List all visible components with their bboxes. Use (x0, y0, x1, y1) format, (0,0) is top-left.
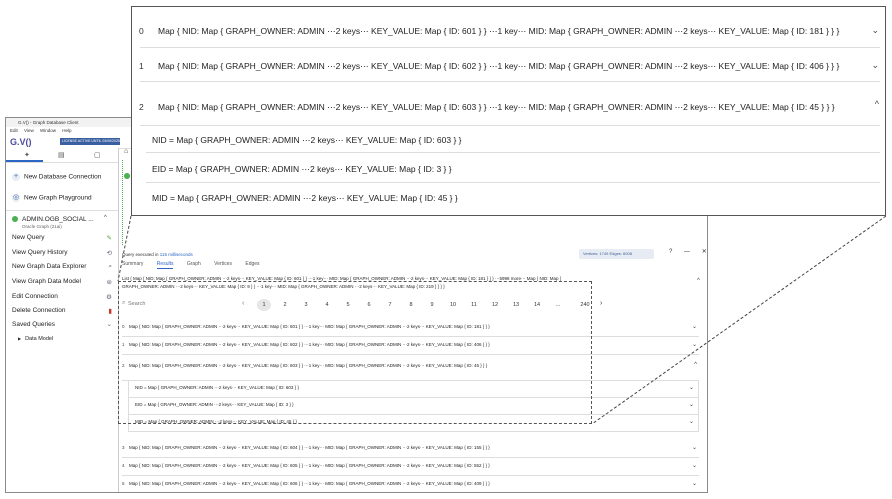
zoom-row-text: Map { NID: Map { GRAPH_OWNER: ADMIN ⋯2 k… (158, 26, 840, 36)
sidebar-item-new-query[interactable]: New Query (12, 234, 45, 241)
chevron-down-icon[interactable]: ⌄ (871, 60, 879, 71)
row-index: 3 (122, 445, 125, 450)
divider (6, 210, 118, 211)
zoom-row-0[interactable]: 0 Map { NID: Map { GRAPH_OWNER: ADMIN ⋯2… (132, 7, 885, 45)
result-tabs: Summary Results Graph Vertices Edges (122, 261, 272, 269)
divider (140, 125, 880, 126)
chevron-up-icon[interactable]: ^ (697, 278, 700, 284)
chevron-down-icon[interactable]: ⌄ (107, 320, 112, 328)
table-row[interactable]: 5 Map { NID: Map { GRAPH_OWNER: ADMIN ⋯2 … (122, 475, 699, 492)
caret-right-icon: ▶ (18, 336, 22, 341)
sidebar-item-query-history[interactable]: View Query History (12, 249, 68, 256)
menu-help[interactable]: Help (62, 128, 71, 133)
divider (146, 182, 880, 183)
row-index: 0 (139, 26, 144, 36)
zoom-expanded-nid: NID = Map { GRAPH_OWNER: ADMIN ⋯2 keys⋯ … (152, 135, 462, 145)
connection-item[interactable]: ADMIN.OGB_SOCIAL ... (12, 216, 94, 223)
tab-edges[interactable]: Edges (245, 261, 259, 267)
chevron-down-icon[interactable]: ⌄ (871, 25, 879, 36)
sidebar: ✦ ▤ ▢ + New Database Connection ◎ New Grap… (6, 148, 119, 492)
table-row[interactable]: 4 Map { NID: Map { GRAPH_OWNER: ADMIN ⋯2 … (122, 457, 699, 476)
sidebar-item-data-explorer[interactable]: New Graph Data Explorer (12, 263, 86, 270)
minimize-icon[interactable]: — (684, 249, 690, 255)
trash-icon: ▮ (108, 308, 112, 315)
toolbar: G.V() LICENSE ACTIVE UNTIL 03/09/2025 (6, 135, 136, 149)
license-badge: LICENSE ACTIVE UNTIL 03/09/2025 (60, 138, 120, 145)
zoom-row-text: Map { NID: Map { GRAPH_OWNER: ADMIN ⋯2 k… (158, 61, 840, 71)
tab-summary[interactable]: Summary (122, 261, 143, 267)
home-icon[interactable]: ⌂ (124, 148, 129, 158)
gutter-line (122, 160, 124, 245)
sidebar-item-data-model[interactable]: View Graph Data Model (12, 278, 81, 285)
tab-vertices[interactable]: Vertices (214, 261, 232, 267)
new-connection-button[interactable]: + New Database Connection (12, 173, 101, 181)
chevron-up-icon[interactable]: ^ (694, 362, 697, 368)
chevron-down-icon[interactable]: ⌄ (692, 462, 697, 469)
bookmark-icon[interactable]: ▢ (94, 151, 101, 159)
new-playground-label: New Graph Playground (24, 194, 92, 202)
data-model-label: Data Model (25, 336, 54, 342)
chevron-down-icon[interactable]: ⌄ (692, 323, 697, 330)
edit-icon: ⚙ (106, 294, 112, 301)
zoom-row-2[interactable]: 2 Map { NID: Map { GRAPH_OWNER: ADMIN ⋯2… (132, 81, 885, 125)
row-index: 4 (122, 463, 125, 468)
zoom-expanded-mid: MID = Map { GRAPH_OWNER: ADMIN ⋯2 keys⋯ … (152, 193, 458, 203)
sidebar-item-edit-connection[interactable]: Edit Connection (12, 293, 58, 300)
chevron-down-icon[interactable]: ⌄ (689, 384, 694, 391)
zoom-row-1[interactable]: 1 Map { NID: Map { GRAPH_OWNER: ADMIN ⋯2… (132, 47, 885, 81)
menu-edit[interactable]: Edit (10, 128, 18, 133)
new-connection-label: New Database Connection (24, 173, 102, 181)
new-playground-button[interactable]: ◎ New Graph Playground (12, 194, 92, 202)
connection-subtitle: Oracle Graph (21ai) (22, 224, 62, 229)
tab-graph[interactable]: Graph (187, 261, 201, 267)
menu-view[interactable]: View (24, 128, 34, 133)
graph-stats: Vertices: 1749 Edges: 6008 (579, 249, 654, 259)
status-dot-icon (12, 216, 18, 223)
connection-name: ADMIN.OGB_SOCIAL ... (22, 216, 94, 223)
help-icons: ? — ✕ (669, 248, 707, 255)
tab-results[interactable]: Results (156, 261, 174, 269)
chevron-down-icon[interactable]: ⌄ (692, 480, 697, 487)
tree-item-data-model[interactable]: ▶ Data Model (18, 336, 53, 342)
sidebar-item-saved-queries[interactable]: Saved Queries (12, 321, 55, 328)
sidebar-item-delete-connection[interactable]: Delete Connection (12, 307, 65, 314)
table-row[interactable]: 3 Map { NID: Map { GRAPH_OWNER: ADMIN ⋯2 … (122, 439, 699, 458)
zoom-row-text: Map { NID: Map { GRAPH_OWNER: ADMIN ⋯2 k… (158, 102, 835, 112)
playground-icon: ◎ (12, 194, 20, 202)
row-index: 2 (139, 102, 144, 112)
run-icon[interactable] (124, 173, 130, 179)
row-text: Map { NID: Map { GRAPH_OWNER: ADMIN ⋯2 k… (129, 445, 490, 450)
model-icon: ⊜ (106, 279, 112, 286)
share-icon[interactable]: ✦ (24, 151, 30, 159)
close-icon[interactable]: ✕ (702, 249, 707, 255)
app-logo: G.V() (10, 137, 32, 147)
zoom-inset: 0 Map { NID: Map { GRAPH_OWNER: ADMIN ⋯2… (131, 6, 886, 216)
zoom-expanded-eid: EID = Map { GRAPH_OWNER: ADMIN ⋯2 keys⋯ … (152, 164, 452, 174)
chevron-up-icon[interactable]: ^ (875, 99, 879, 109)
explore-icon: ⌕ (108, 263, 112, 270)
sidebar-tabs: ✦ ▤ ▢ (6, 148, 118, 163)
executed-prefix: Query executed in (122, 252, 159, 257)
executed-time: 115 milliseconds (159, 252, 193, 257)
row-index: 1 (139, 61, 144, 71)
chevron-down-icon[interactable]: ⌄ (692, 341, 697, 348)
database-icon[interactable]: ▤ (58, 151, 65, 159)
query-executed-text: Query executed in 115 milliseconds (122, 252, 193, 257)
row-text: Map { NID: Map { GRAPH_OWNER: ADMIN ⋯2 k… (129, 481, 490, 486)
active-tab-indicator (6, 160, 43, 162)
plus-icon: + (12, 173, 20, 181)
row-index: 5 (122, 481, 125, 486)
chevron-up-icon[interactable]: ^ (104, 215, 107, 221)
highlight-box (118, 281, 592, 424)
next-page-icon[interactable]: › (600, 300, 602, 307)
row-text: Map { NID: Map { GRAPH_OWNER: ADMIN ⋯2 k… (129, 463, 490, 468)
pencil-icon: ✎ (106, 235, 112, 242)
divider (146, 152, 880, 153)
menu-window[interactable]: Window (40, 128, 56, 133)
chevron-down-icon[interactable]: ⌄ (692, 444, 697, 451)
help-icon[interactable]: ? (669, 249, 672, 255)
history-icon: ⟲ (106, 250, 112, 257)
chevron-down-icon[interactable]: ⌄ (689, 401, 694, 408)
chevron-down-icon[interactable]: ⌄ (689, 418, 694, 425)
